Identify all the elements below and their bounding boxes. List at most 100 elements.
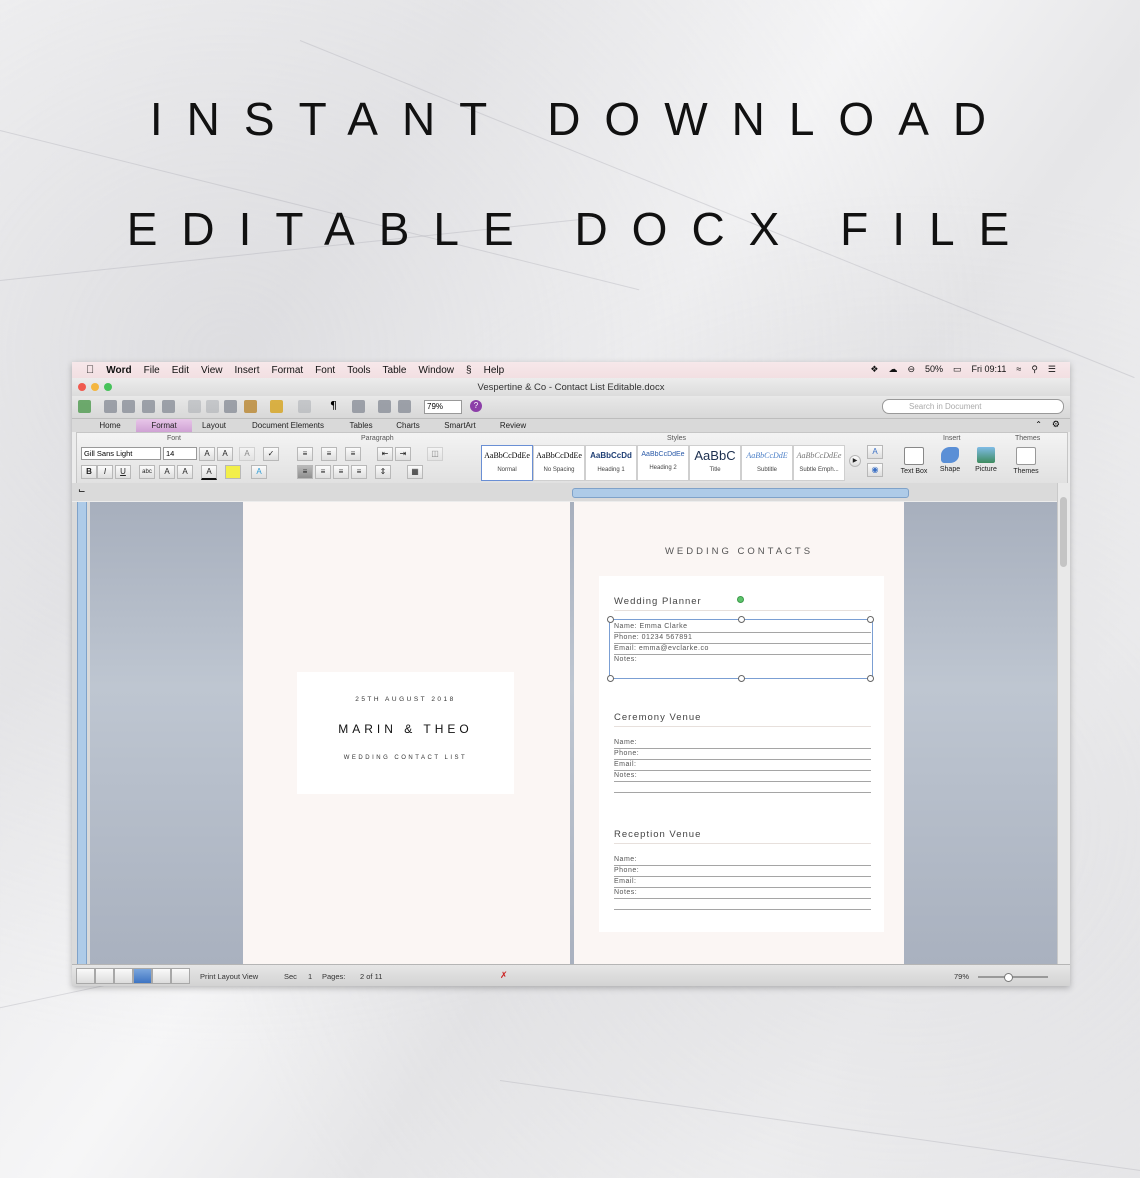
italic-button[interactable]: I (97, 465, 113, 479)
bullets-button[interactable]: ≡ (297, 447, 313, 461)
underline-button[interactable]: U (115, 465, 131, 479)
themes-button[interactable]: Themes (1011, 447, 1041, 475)
save-icon[interactable] (142, 400, 155, 413)
tab-stop-icon[interactable]: ⌙ (78, 486, 86, 496)
style-heading-2[interactable]: AaBbCcDdEe Heading 2 (637, 445, 689, 481)
menu-edit[interactable]: Edit (172, 365, 189, 376)
zoom-slider[interactable] (978, 973, 1048, 982)
menu-format[interactable]: Format (272, 365, 304, 376)
numbering-button[interactable]: ≡ (321, 447, 337, 461)
contact-name-field[interactable]: Name: Emma Clarke (614, 622, 871, 633)
borders-button[interactable]: ▦ (407, 465, 423, 479)
style-normal[interactable]: AaBbCcDdEe Normal (481, 445, 533, 481)
contact-phone-field[interactable]: Phone: (614, 749, 871, 760)
style-subtitle[interactable]: AaBbCcDdE Subtitle (741, 445, 793, 481)
styles-next-icon[interactable]: ▶ (849, 455, 861, 467)
open-icon[interactable] (122, 400, 135, 413)
vertical-scrollbar[interactable] (1057, 483, 1070, 964)
text-styles-pane-button[interactable]: ◉ (867, 463, 883, 477)
notebook-view-button[interactable] (152, 968, 171, 984)
menu-app-name[interactable]: Word (106, 365, 131, 376)
justify-button[interactable]: ≡ (351, 465, 367, 479)
menu-insert[interactable]: Insert (234, 365, 259, 376)
menu-table[interactable]: Table (383, 365, 407, 376)
resize-handle[interactable] (607, 675, 614, 682)
new-document-icon[interactable] (78, 400, 91, 413)
menu-window[interactable]: Window (418, 365, 454, 376)
resize-handle[interactable] (867, 675, 874, 682)
menu-file[interactable]: File (144, 365, 160, 376)
contact-notes-field[interactable]: Notes: (614, 888, 871, 899)
cover-names[interactable]: MARIN & THEO (297, 722, 514, 736)
print-icon[interactable] (162, 400, 175, 413)
toolbox-icon[interactable] (398, 400, 411, 413)
dropbox-icon[interactable]: ❖ (870, 364, 878, 375)
scroll-thumb[interactable] (1060, 497, 1067, 567)
notes-extra-line[interactable] (614, 782, 871, 793)
vertical-ruler[interactable] (72, 502, 90, 964)
gear-icon[interactable]: ⚙ (1052, 419, 1060, 430)
insert-shape[interactable]: Shape (935, 447, 965, 473)
tab-smartart[interactable]: SmartArt (434, 419, 486, 432)
text-effects-button[interactable]: A (251, 465, 267, 479)
collapse-ribbon-icon[interactable]: ⌃ (1035, 420, 1042, 429)
multilevel-list-button[interactable]: ≡ (345, 447, 361, 461)
contact-name-field[interactable]: Name: (614, 855, 871, 866)
tab-layout[interactable]: Layout (194, 419, 234, 432)
search-input[interactable]: Search in Document (882, 399, 1064, 414)
bold-button[interactable]: B (81, 465, 97, 479)
strikethrough-button[interactable]: abc (139, 465, 155, 479)
shrink-font-button[interactable]: A (217, 447, 233, 461)
rotate-handle[interactable] (737, 596, 744, 603)
copy-icon[interactable] (206, 400, 219, 413)
contact-email-field[interactable]: Email: (614, 877, 871, 888)
align-left-button[interactable]: ≡ (297, 465, 313, 479)
contact-notes-field[interactable]: Notes: (614, 655, 871, 665)
line-spacing-button[interactable]: ⇕ (375, 465, 391, 479)
tab-home[interactable]: Home (88, 419, 132, 432)
align-right-button[interactable]: ≡ (333, 465, 349, 479)
cloud-icon[interactable]: ☁ (888, 364, 897, 375)
align-center-button[interactable]: ≡ (315, 465, 331, 479)
section-heading-reception[interactable]: Reception Venue (614, 829, 701, 840)
redo-icon[interactable] (298, 400, 311, 413)
gallery-icon[interactable] (378, 400, 391, 413)
contacts-page[interactable]: WEDDING CONTACTS Wedding Planner Name: E… (574, 502, 904, 964)
tab-format[interactable]: Format (136, 419, 192, 432)
sidebar-icon[interactable] (352, 400, 365, 413)
insert-picture[interactable]: Picture (971, 447, 1001, 473)
contact-notes-field[interactable]: Notes: (614, 771, 871, 782)
menu-font[interactable]: Font (315, 365, 335, 376)
section-heading-planner[interactable]: Wedding Planner (614, 596, 702, 607)
draft-view-button[interactable] (76, 968, 95, 984)
zoom-slider-knob[interactable] (1004, 973, 1013, 982)
tab-charts[interactable]: Charts (386, 419, 430, 432)
paste-icon[interactable] (224, 400, 237, 413)
contact-phone-field[interactable]: Phone: (614, 866, 871, 877)
contact-email-field[interactable]: Email: emma@evclarke.co (614, 644, 871, 655)
style-heading-1[interactable]: AaBbCcDd Heading 1 (585, 445, 637, 481)
menu-clock[interactable]: Fri 09:11 (972, 364, 1007, 375)
horizontal-ruler[interactable] (572, 488, 909, 498)
contact-phone-field[interactable]: Phone: 01234 567891 (614, 633, 871, 644)
pilcrow-icon[interactable]: ¶ (330, 399, 337, 412)
contact-name-field[interactable]: Name: (614, 738, 871, 749)
font-color-button[interactable]: A (201, 465, 217, 480)
notes-extra-line[interactable] (614, 899, 871, 910)
menu-view[interactable]: View (201, 365, 223, 376)
script-menu-icon[interactable]: § (466, 365, 472, 376)
resize-handle[interactable] (607, 616, 614, 623)
publishing-view-button[interactable] (114, 968, 133, 984)
style-no-spacing[interactable]: AaBbCcDdEe No Spacing (533, 445, 585, 481)
superscript-button[interactable]: A (159, 465, 175, 479)
resize-handle[interactable] (738, 675, 745, 682)
font-size-select[interactable]: 14 (163, 447, 197, 460)
notification-icon[interactable]: ☰ (1048, 364, 1056, 375)
subscript-button[interactable]: A (177, 465, 193, 479)
style-subtle-emphasis[interactable]: AaBbCcDdEe Subtle Emph... (793, 445, 845, 481)
time-machine-icon[interactable]: ⊖ (907, 364, 915, 375)
decrease-indent-button[interactable]: ⇤ (377, 447, 393, 461)
wifi-icon[interactable]: ≈ (1016, 364, 1021, 375)
grow-font-button[interactable]: A (199, 447, 215, 461)
cover-date[interactable]: 25TH AUGUST 2018 (297, 696, 514, 703)
